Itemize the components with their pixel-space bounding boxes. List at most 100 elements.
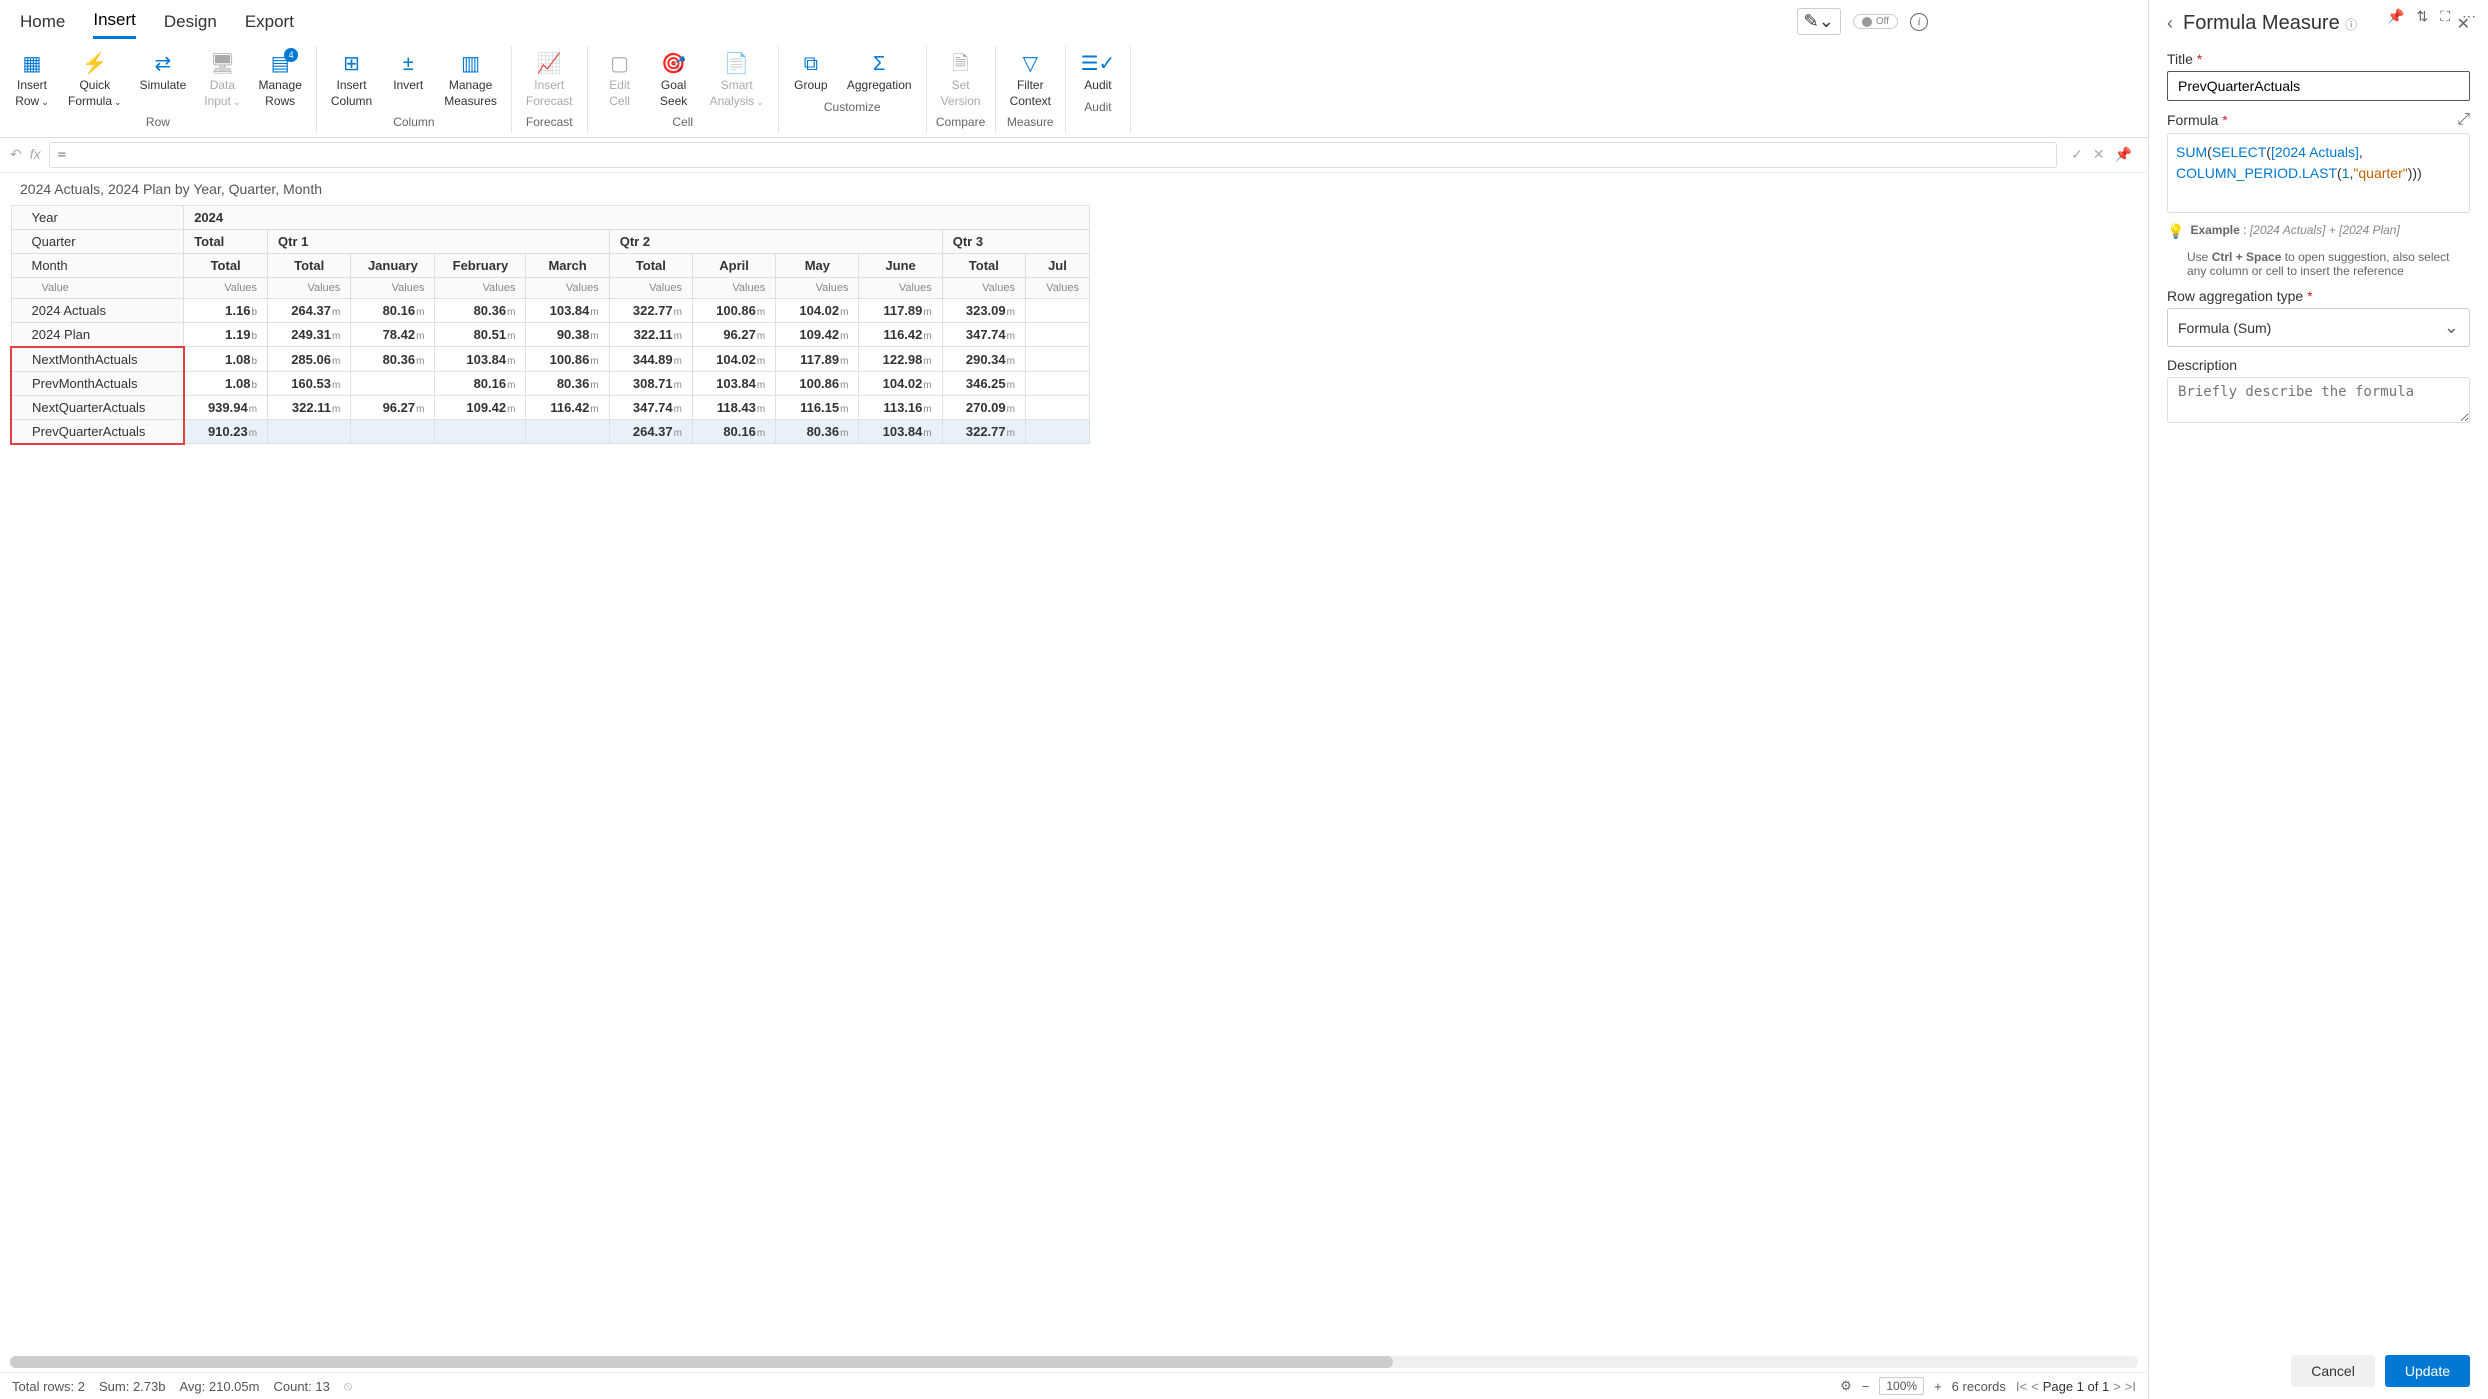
cancel-button[interactable]: Cancel: [2291, 1355, 2375, 1387]
data-cell[interactable]: 103.84m: [435, 347, 526, 372]
row-label[interactable]: NextMonthActuals: [11, 347, 184, 372]
data-cell[interactable]: 160.53m: [268, 371, 351, 395]
data-cell[interactable]: 322.11m: [609, 322, 692, 347]
row-label[interactable]: 2024 Plan: [11, 322, 184, 347]
data-cell[interactable]: 308.71m: [609, 371, 692, 395]
page-first[interactable]: I<: [2016, 1379, 2027, 1394]
data-cell[interactable]: 104.02m: [692, 347, 775, 372]
quarter-qtr2[interactable]: Qtr 2: [609, 229, 942, 253]
ribbon-btn-insert-column[interactable]: ⊞InsertColumn: [325, 50, 378, 111]
row-label[interactable]: PrevQuarterActuals: [11, 419, 184, 444]
month-jul[interactable]: Jul: [1025, 253, 1089, 277]
data-cell[interactable]: 103.84m: [692, 371, 775, 395]
zoom-in[interactable]: +: [1934, 1379, 1942, 1394]
row-label[interactable]: 2024 Actuals: [11, 298, 184, 322]
data-cell[interactable]: 322.11m: [268, 395, 351, 419]
data-cell[interactable]: 100.86m: [526, 347, 609, 372]
settings-icon[interactable]: ⚙: [1840, 1378, 1852, 1394]
data-cell[interactable]: 113.16m: [859, 395, 942, 419]
data-cell[interactable]: [1025, 322, 1089, 347]
panel-info-icon[interactable]: ⓘ: [2345, 18, 2357, 32]
data-cell[interactable]: [1025, 371, 1089, 395]
tab-design[interactable]: Design: [164, 12, 217, 38]
data-cell[interactable]: 80.36m: [526, 371, 609, 395]
ribbon-btn-quick-formula[interactable]: ⚡QuickFormula⌄: [62, 50, 128, 111]
page-next[interactable]: >: [2113, 1379, 2121, 1394]
data-cell[interactable]: 80.51m: [435, 322, 526, 347]
month-total[interactable]: Total: [268, 253, 351, 277]
data-cell[interactable]: 118.43m: [692, 395, 775, 419]
table-row-2024-actuals[interactable]: 2024 Actuals1.16b264.37m80.16m80.36m103.…: [11, 298, 1090, 322]
zoom-out[interactable]: −: [1862, 1379, 1870, 1394]
data-cell[interactable]: [1025, 347, 1089, 372]
data-cell[interactable]: 90.38m: [526, 322, 609, 347]
data-cell[interactable]: 285.06m: [268, 347, 351, 372]
data-cell[interactable]: 78.42m: [351, 322, 435, 347]
confirm-icon[interactable]: ✓: [2071, 146, 2083, 163]
fx-icon[interactable]: fx: [30, 146, 41, 163]
ribbon-btn-manage-measures[interactable]: ▥ManageMeasures: [438, 50, 503, 111]
month-february[interactable]: February: [435, 253, 526, 277]
row-label[interactable]: NextQuarterActuals: [11, 395, 184, 419]
data-cell[interactable]: 80.16m: [435, 371, 526, 395]
quarter-total[interactable]: Total: [184, 229, 268, 253]
data-cell[interactable]: 116.42m: [859, 322, 942, 347]
data-cell[interactable]: 109.42m: [776, 322, 859, 347]
data-cell[interactable]: 80.36m: [351, 347, 435, 372]
tab-export[interactable]: Export: [245, 12, 294, 38]
data-cell[interactable]: 1.08b: [184, 371, 268, 395]
data-cell[interactable]: [351, 371, 435, 395]
data-cell[interactable]: 96.27m: [692, 322, 775, 347]
data-cell[interactable]: [526, 419, 609, 444]
data-cell[interactable]: 270.09m: [942, 395, 1025, 419]
data-cell[interactable]: 264.37m: [268, 298, 351, 322]
data-cell[interactable]: 116.42m: [526, 395, 609, 419]
month-total[interactable]: Total: [942, 253, 1025, 277]
data-cell[interactable]: [268, 419, 351, 444]
data-cell[interactable]: 323.09m: [942, 298, 1025, 322]
data-cell[interactable]: [1025, 298, 1089, 322]
ribbon-btn-invert[interactable]: ±Invert: [384, 50, 432, 111]
month-total[interactable]: Total: [609, 253, 692, 277]
month-june[interactable]: June: [859, 253, 942, 277]
data-cell[interactable]: 116.15m: [776, 395, 859, 419]
data-cell[interactable]: 264.37m: [609, 419, 692, 444]
data-cell[interactable]: 1.19b: [184, 322, 268, 347]
expand-icon[interactable]: ⛶: [2440, 8, 2450, 25]
table-row-nextmonthactuals[interactable]: NextMonthActuals1.08b285.06m80.36m103.84…: [11, 347, 1090, 372]
update-button[interactable]: Update: [2385, 1355, 2470, 1387]
data-cell[interactable]: 80.16m: [351, 298, 435, 322]
data-cell[interactable]: 117.89m: [859, 298, 942, 322]
toggle-off[interactable]: Off: [1853, 14, 1898, 29]
month-january[interactable]: January: [351, 253, 435, 277]
data-cell[interactable]: 96.27m: [351, 395, 435, 419]
data-cell[interactable]: 100.86m: [692, 298, 775, 322]
ribbon-btn-group[interactable]: ⧉Group: [787, 50, 835, 96]
month-total[interactable]: Total: [184, 253, 268, 277]
data-cell[interactable]: 80.36m: [776, 419, 859, 444]
data-cell[interactable]: 117.89m: [776, 347, 859, 372]
ribbon-btn-audit[interactable]: ☰✓Audit: [1074, 50, 1122, 96]
ribbon-btn-filter-context[interactable]: ▽FilterContext: [1004, 50, 1057, 111]
data-cell[interactable]: 322.77m: [609, 298, 692, 322]
pin-icon[interactable]: 📌: [2387, 8, 2404, 25]
month-march[interactable]: March: [526, 253, 609, 277]
data-cell[interactable]: 347.74m: [942, 322, 1025, 347]
data-cell[interactable]: 104.02m: [776, 298, 859, 322]
data-cell[interactable]: 80.16m: [692, 419, 775, 444]
info-icon[interactable]: i: [1910, 13, 1928, 31]
data-cell[interactable]: 344.89m: [609, 347, 692, 372]
filter-icon[interactable]: ⇅: [2416, 8, 2428, 25]
ribbon-btn-aggregation[interactable]: ΣAggregation: [841, 50, 918, 96]
formula-editor[interactable]: SUM(SELECT([2024 Actuals],COLUMN_PERIOD.…: [2167, 133, 2470, 213]
tab-insert[interactable]: Insert: [93, 10, 136, 39]
undo-icon[interactable]: ↶: [10, 146, 22, 163]
page-last[interactable]: >I: [2125, 1379, 2136, 1394]
ribbon-btn-goal-seek[interactable]: 🎯GoalSeek: [650, 50, 698, 111]
page-prev[interactable]: <: [2031, 1379, 2039, 1394]
title-input[interactable]: [2167, 71, 2470, 101]
data-cell[interactable]: 249.31m: [268, 322, 351, 347]
quarter-qtr1[interactable]: Qtr 1: [268, 229, 610, 253]
row-label[interactable]: PrevMonthActuals: [11, 371, 184, 395]
more-icon[interactable]: ⋯: [2462, 8, 2476, 25]
